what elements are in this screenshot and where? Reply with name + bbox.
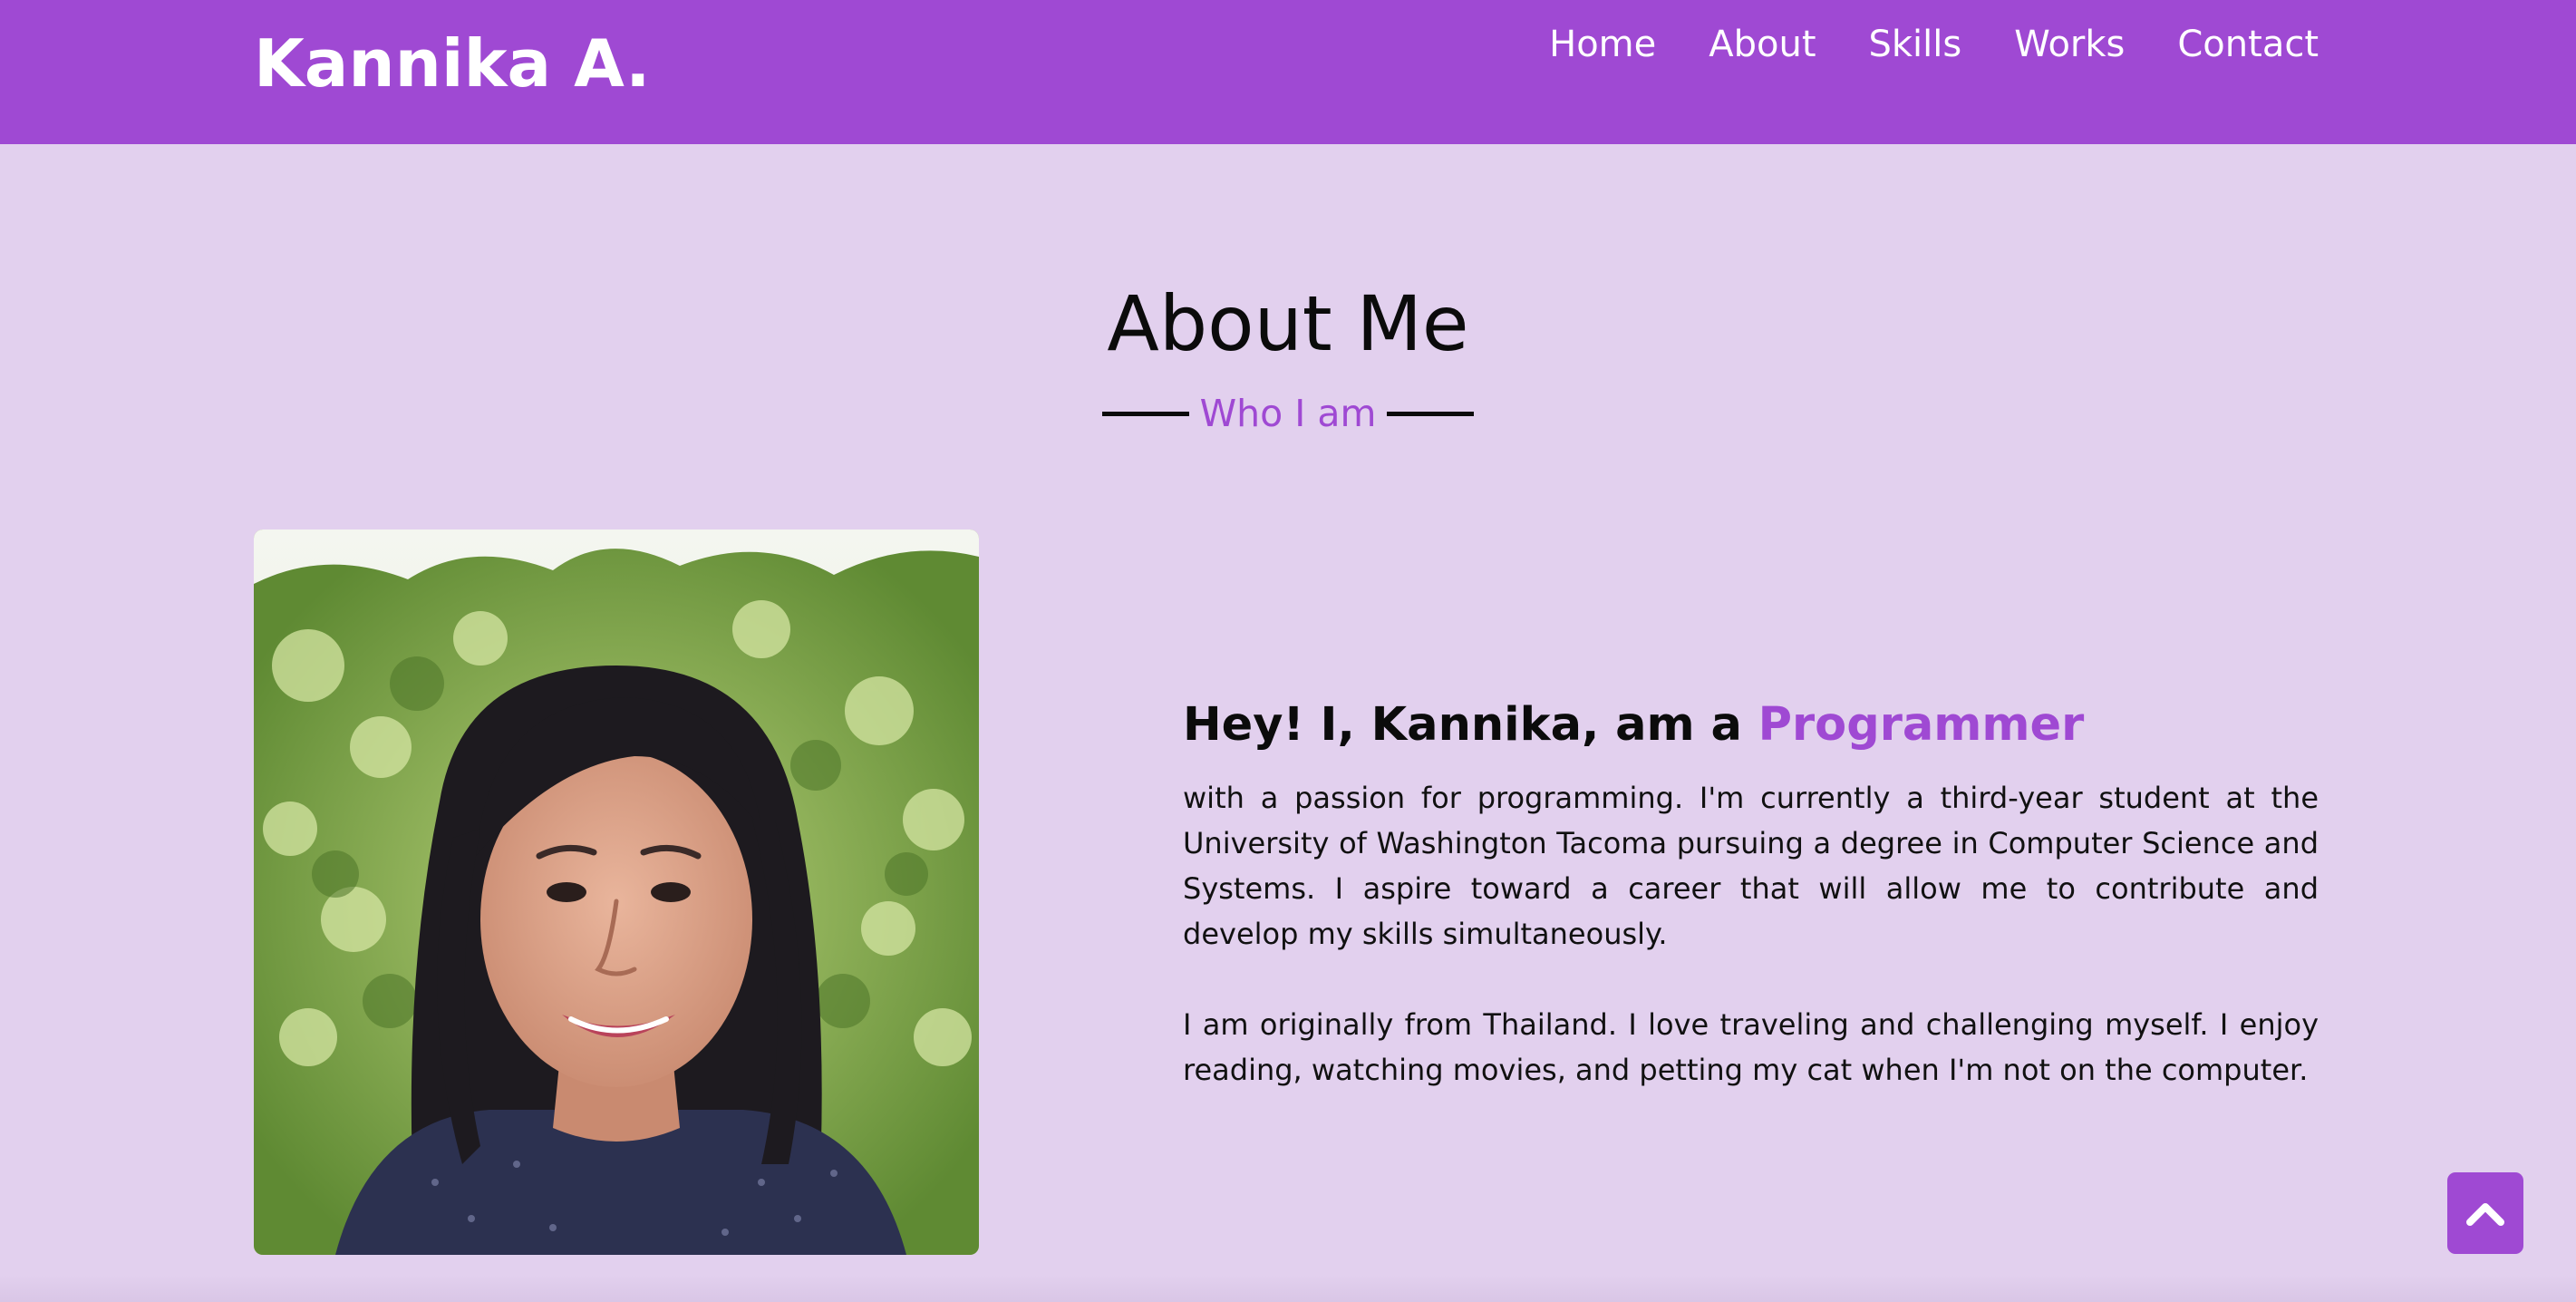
subtitle-line-left [1101, 411, 1189, 416]
subtitle-text: Who I am [1199, 392, 1377, 435]
nav-link-skills[interactable]: Skills [1869, 24, 1962, 65]
nav-link-about[interactable]: About [1709, 24, 1816, 65]
about-text: Hey! I, Kannika, am a Programmer with a … [1183, 698, 2319, 1138]
nav-link-contact[interactable]: Contact [2177, 24, 2319, 65]
nav-link-home[interactable]: Home [1549, 24, 1656, 65]
nav-link-works[interactable]: Works [2014, 24, 2125, 65]
greeting-heading: Hey! I, Kannika, am a Programmer [1183, 698, 2319, 752]
profile-photo [254, 530, 979, 1255]
bottom-shadow [0, 1275, 2576, 1302]
navbar: Kannika A. Home About Skills Works Conta… [0, 0, 2576, 144]
section-title: About Me [1107, 279, 1469, 368]
greeting-prefix: Hey! I, Kannika, am a [1183, 698, 1758, 752]
brand-logo[interactable]: Kannika A. [254, 25, 651, 102]
chevron-up-icon [2466, 1203, 2504, 1226]
greeting-role: Programmer [1758, 698, 2085, 752]
about-paragraph: I am originally from Thailand. I love tr… [1183, 1007, 2319, 1087]
subtitle-line-right [1387, 411, 1475, 416]
section-subtitle: Who I am [0, 392, 2576, 435]
nav-menu: Home About Skills Works Contact [1549, 24, 2319, 65]
about-paragraph: with a passion for programming. I'm curr… [1183, 781, 2319, 951]
scroll-up-button[interactable] [2447, 1172, 2523, 1254]
